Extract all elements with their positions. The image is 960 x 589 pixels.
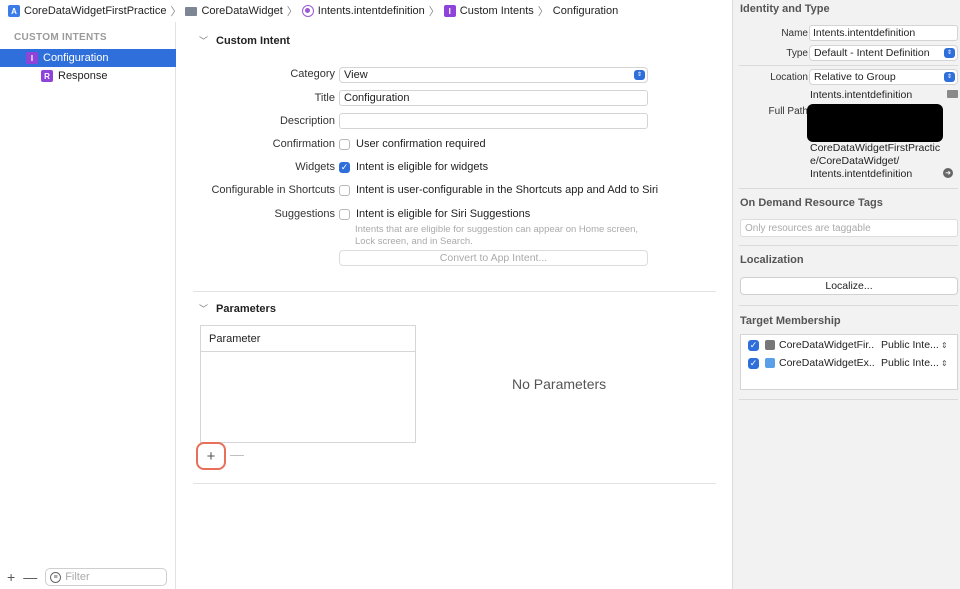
folder-icon[interactable] <box>947 90 958 98</box>
suggestions-hint: Intents that are eligible for suggestion… <box>355 224 639 247</box>
breadcrumb: A CoreDataWidgetFirstPractice 〉 CoreData… <box>0 0 732 22</box>
breadcrumb-folder[interactable]: CoreDataWidget <box>185 5 283 17</box>
full-path-line: Intents.intentdefinition <box>810 168 913 180</box>
chevron-right-icon: 〉 <box>428 6 440 18</box>
location-file: Intents.intentdefinition <box>810 89 913 101</box>
chevron-down-icon: ﹀ <box>199 304 209 314</box>
sidebar-item-label: Configuration <box>43 52 109 64</box>
custom-intent-section-header[interactable]: ﹀ Custom Intent <box>199 34 290 47</box>
redacted-block <box>807 104 943 142</box>
widgets-checkbox[interactable]: ✓ <box>339 161 350 173</box>
popup-arrows-icon: ⇕ <box>944 48 955 58</box>
sidebar-item-configuration[interactable]: I Configuration <box>0 49 176 67</box>
extension-icon <box>765 358 775 368</box>
category-popup[interactable]: View ⇕ <box>339 67 648 83</box>
description-field[interactable] <box>339 113 648 129</box>
on-demand-title: On Demand Resource Tags <box>740 197 883 209</box>
description-label: Description <box>279 115 335 127</box>
filter-icon: ≡ <box>50 571 62 583</box>
target-row[interactable]: ✓ CoreDataWidgetEx... Public Inte... ⇕ <box>741 354 957 372</box>
intent-badge-icon: I <box>26 52 38 64</box>
intent-editor: ﹀ Custom Intent Category View ⇕ Title Co… <box>177 22 732 589</box>
xcode-project-icon: A <box>8 5 20 17</box>
add-parameter-button[interactable]: + <box>196 442 226 470</box>
popup-arrows-icon: ⇕ <box>941 340 948 350</box>
widgets-checkbox-row[interactable]: ✓ Intent is eligible for widgets <box>339 161 488 173</box>
name-field[interactable]: Intents.intentdefinition <box>809 25 958 41</box>
confirmation-checkbox-row[interactable]: User confirmation required <box>339 138 486 150</box>
identity-type-title: Identity and Type <box>740 3 830 15</box>
title-field[interactable]: Configuration <box>339 90 648 106</box>
divider <box>739 305 958 306</box>
configurable-checkbox[interactable] <box>339 184 350 196</box>
divider <box>739 188 958 189</box>
parameter-column-header[interactable]: Parameter <box>201 326 415 352</box>
target-row[interactable]: ✓ CoreDataWidgetFir... Public Inte... ⇕ <box>741 336 957 354</box>
folder-icon <box>185 6 198 16</box>
filter-placeholder: Filter <box>65 571 90 583</box>
confirmation-checkbox[interactable] <box>339 138 350 150</box>
add-intent-button[interactable]: + <box>7 569 15 585</box>
parameters-table[interactable]: Parameter <box>200 325 416 443</box>
name-label: Name <box>781 28 808 39</box>
breadcrumb-file[interactable]: Intents.intentdefinition <box>301 5 425 17</box>
target-checkbox[interactable]: ✓ <box>748 339 759 351</box>
tags-field[interactable]: Only resources are taggable <box>740 219 958 237</box>
app-icon <box>765 340 775 350</box>
popup-arrows-icon: ⇕ <box>941 358 948 368</box>
location-popup[interactable]: Relative to Group ⇕ <box>809 69 958 85</box>
parameters-section-header[interactable]: ﹀ Parameters <box>199 302 276 315</box>
remove-parameter-button[interactable]: — <box>230 446 244 462</box>
full-path-line: CoreDataWidgetFirstPractic <box>810 142 941 154</box>
type-label: Type <box>786 48 808 59</box>
full-path-label: Full Path <box>768 106 808 117</box>
divider <box>193 291 716 292</box>
suggestions-label: Suggestions <box>274 208 335 220</box>
configurable-checkbox-row[interactable]: Intent is user-configurable in the Short… <box>339 184 658 196</box>
category-label: Category <box>290 68 335 80</box>
chevron-down-icon: ﹀ <box>199 36 209 46</box>
intents-sidebar: CUSTOM INTENTS I Configuration R Respons… <box>0 22 176 589</box>
breadcrumb-custom-intents[interactable]: I Custom Intents <box>443 5 534 17</box>
filter-field[interactable]: ≡ Filter <box>45 568 168 586</box>
divider <box>739 245 958 246</box>
target-checkbox[interactable]: ✓ <box>748 357 759 369</box>
breadcrumb-configuration[interactable]: Configuration <box>553 5 618 17</box>
reveal-arrow-icon[interactable]: ➜ <box>943 168 953 178</box>
chevron-right-icon: 〉 <box>286 6 298 18</box>
target-membership-title: Target Membership <box>740 315 841 327</box>
sidebar-header: CUSTOM INTENTS <box>14 32 107 43</box>
full-path-line: e/CoreDataWidget/ <box>810 155 900 167</box>
divider <box>739 65 958 66</box>
type-popup[interactable]: Default - Intent Definition ⇕ <box>809 45 958 61</box>
file-inspector: Identity and Type Name Intents.intentdef… <box>732 0 960 589</box>
widgets-label: Widgets <box>295 161 335 173</box>
popup-arrows-icon: ⇕ <box>634 70 645 80</box>
divider <box>739 399 958 400</box>
suggestions-checkbox-row[interactable]: Intent is eligible for Siri Suggestions <box>339 208 530 220</box>
title-label: Title <box>314 92 335 104</box>
intent-badge-icon: I <box>443 5 456 17</box>
remove-intent-button[interactable]: — <box>23 569 37 585</box>
breadcrumb-project[interactable]: A CoreDataWidgetFirstPractice <box>8 5 166 17</box>
popup-arrows-icon: ⇕ <box>944 72 955 82</box>
suggestions-checkbox[interactable] <box>339 208 350 220</box>
sidebar-item-label: Response <box>58 70 108 82</box>
localization-title: Localization <box>740 254 804 266</box>
configurable-label: Configurable in Shortcuts <box>211 184 335 196</box>
target-membership-list: ✓ CoreDataWidgetFir... Public Inte... ⇕ … <box>740 334 958 390</box>
confirmation-label: Confirmation <box>272 138 335 150</box>
response-badge-icon: R <box>41 70 53 82</box>
intent-definition-icon <box>301 5 314 17</box>
chevron-right-icon: 〉 <box>537 6 549 18</box>
sidebar-item-response[interactable]: R Response <box>0 67 176 85</box>
no-parameters-label: No Parameters <box>512 376 607 392</box>
chevron-right-icon: 〉 <box>170 6 182 18</box>
divider <box>193 483 716 484</box>
convert-to-app-intent-button[interactable]: Convert to App Intent... <box>339 250 648 266</box>
localize-button[interactable]: Localize... <box>740 277 958 295</box>
location-label: Location <box>770 72 808 83</box>
sidebar-footer: + — ≡ Filter <box>0 565 176 589</box>
